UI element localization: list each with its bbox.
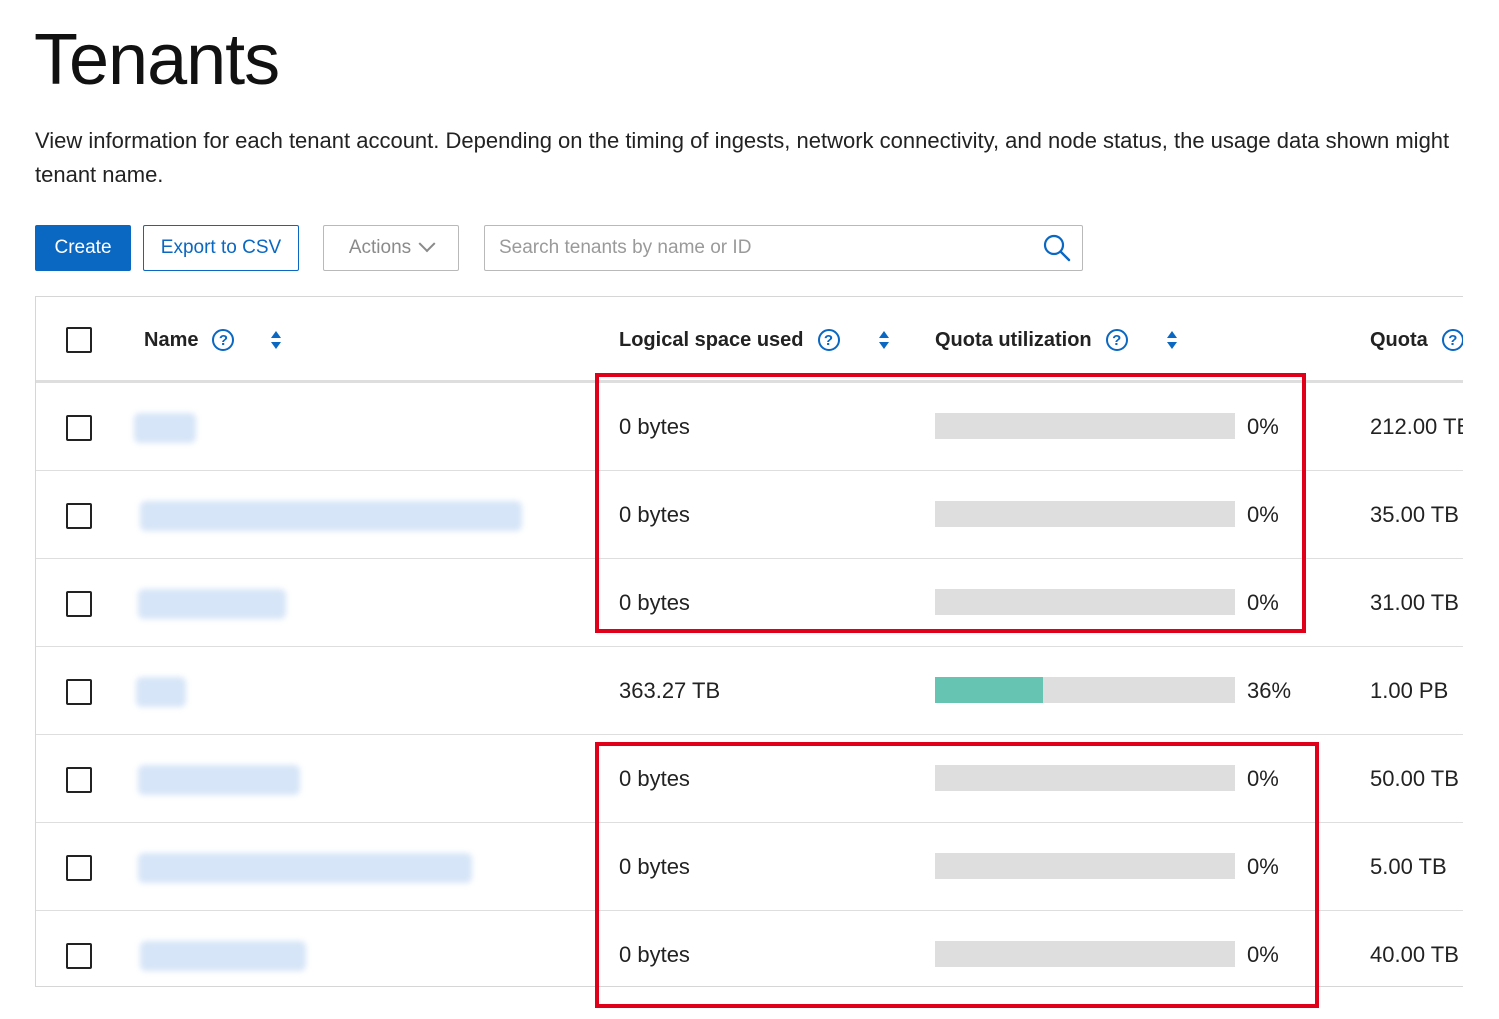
quota-value: 31.00 TB	[1370, 590, 1459, 615]
quota-utilization-bar	[935, 589, 1235, 615]
actions-dropdown[interactable]: Actions	[323, 225, 459, 271]
quota-utilization-bar	[935, 765, 1235, 791]
sort-icon[interactable]	[878, 330, 890, 350]
row-checkbox[interactable]	[66, 415, 92, 441]
column-quota-label: Quota	[1370, 328, 1428, 351]
create-button[interactable]: Create	[35, 225, 131, 271]
row-checkbox[interactable]	[66, 503, 92, 529]
quota-value: 5.00 TB	[1370, 854, 1447, 879]
description-line-1: View information for each tenant account…	[35, 128, 1450, 153]
table-row[interactable]: 0 bytes 0% 31.00 TB	[36, 559, 1463, 647]
table-row[interactable]: 0 bytes 0% 5.00 TB	[36, 823, 1463, 911]
search-input[interactable]	[497, 227, 1042, 269]
export-csv-button[interactable]: Export to CSV	[143, 225, 299, 271]
logical-space-value: 0 bytes	[619, 414, 690, 439]
table-row[interactable]: 0 bytes 0% 50.00 TB	[36, 735, 1463, 823]
select-all-checkbox[interactable]	[66, 327, 92, 353]
tenant-name-link-redacted[interactable]	[140, 941, 306, 971]
column-header-name: Name ?	[144, 297, 282, 383]
help-icon[interactable]: ?	[817, 329, 840, 351]
page-description: View information for each tenant account…	[35, 124, 1463, 194]
help-icon[interactable]: ?	[1105, 329, 1128, 351]
quota-utilization-bar	[935, 853, 1235, 879]
quota-utilization-bar	[935, 941, 1235, 967]
tenants-table: Name ? Logical space used ? Quota utiliz…	[35, 296, 1463, 987]
tenant-name-link-redacted[interactable]	[134, 413, 196, 443]
quota-utilization-bar	[935, 501, 1235, 527]
logical-space-value: 0 bytes	[619, 766, 690, 791]
column-quota-utilization-label: Quota utilization	[935, 328, 1092, 351]
page-title: Tenants	[34, 20, 280, 100]
description-line-2: tenant name.	[35, 162, 164, 187]
quota-utilization-bar	[935, 677, 1235, 703]
sort-icon[interactable]	[1166, 330, 1178, 350]
column-header-quota: Quota ?	[1370, 297, 1463, 383]
row-checkbox[interactable]	[66, 591, 92, 617]
quota-utilization-percent: 0%	[1247, 502, 1279, 527]
quota-utilization-bar	[935, 413, 1235, 439]
table-row[interactable]: 0 bytes 0% 35.00 TB	[36, 471, 1463, 559]
help-icon[interactable]: ?	[212, 329, 235, 351]
column-name-label: Name	[144, 328, 199, 351]
quota-value: 40.00 TB	[1370, 942, 1459, 967]
quota-utilization-percent: 0%	[1247, 590, 1279, 615]
tenant-name-link-redacted[interactable]	[138, 765, 300, 795]
chevron-down-icon	[418, 235, 436, 253]
tenant-name-link-redacted[interactable]	[138, 589, 286, 619]
logical-space-value: 0 bytes	[619, 590, 690, 615]
search-icon[interactable]	[1042, 233, 1072, 263]
quota-utilization-percent: 0%	[1247, 942, 1279, 967]
quota-utilization-fill	[935, 677, 1043, 703]
column-header-quota-utilization: Quota utilization ?	[935, 297, 1178, 383]
tenant-name-link-redacted[interactable]	[140, 501, 522, 531]
logical-space-value: 0 bytes	[619, 854, 690, 879]
quota-value: 35.00 TB	[1370, 502, 1459, 527]
logical-space-value: 0 bytes	[619, 502, 690, 527]
logical-space-value: 0 bytes	[619, 942, 690, 967]
logical-space-value: 363.27 TB	[619, 678, 721, 703]
quota-value: 1.00 PB	[1370, 678, 1449, 703]
column-logical-space-label: Logical space used	[619, 328, 804, 351]
search-box[interactable]	[484, 225, 1083, 271]
quota-value: 212.00 TB	[1370, 414, 1463, 439]
quota-utilization-percent: 0%	[1247, 766, 1279, 791]
quota-utilization-percent: 0%	[1247, 414, 1279, 439]
help-icon[interactable]: ?	[1441, 329, 1463, 351]
table-row[interactable]: 0 bytes 0% 212.00 TB	[36, 383, 1463, 471]
column-header-logical-space: Logical space used ?	[619, 297, 890, 383]
row-checkbox[interactable]	[66, 943, 92, 969]
row-checkbox[interactable]	[66, 679, 92, 705]
table-row[interactable]: 363.27 TB 36% 1.00 PB	[36, 647, 1463, 735]
actions-label: Actions	[348, 237, 412, 258]
row-checkbox[interactable]	[66, 767, 92, 793]
quota-utilization-percent: 36%	[1247, 678, 1292, 703]
sort-icon[interactable]	[270, 330, 282, 350]
tenant-name-link-redacted[interactable]	[136, 677, 186, 707]
row-checkbox[interactable]	[66, 855, 92, 881]
quota-value: 50.00 TB	[1370, 766, 1459, 791]
quota-utilization-percent: 0%	[1247, 854, 1279, 879]
table-header: Name ? Logical space used ? Quota utiliz…	[36, 297, 1463, 383]
table-row[interactable]: 0 bytes 0% 40.00 TB	[36, 911, 1463, 986]
tenant-name-link-redacted[interactable]	[138, 853, 472, 883]
